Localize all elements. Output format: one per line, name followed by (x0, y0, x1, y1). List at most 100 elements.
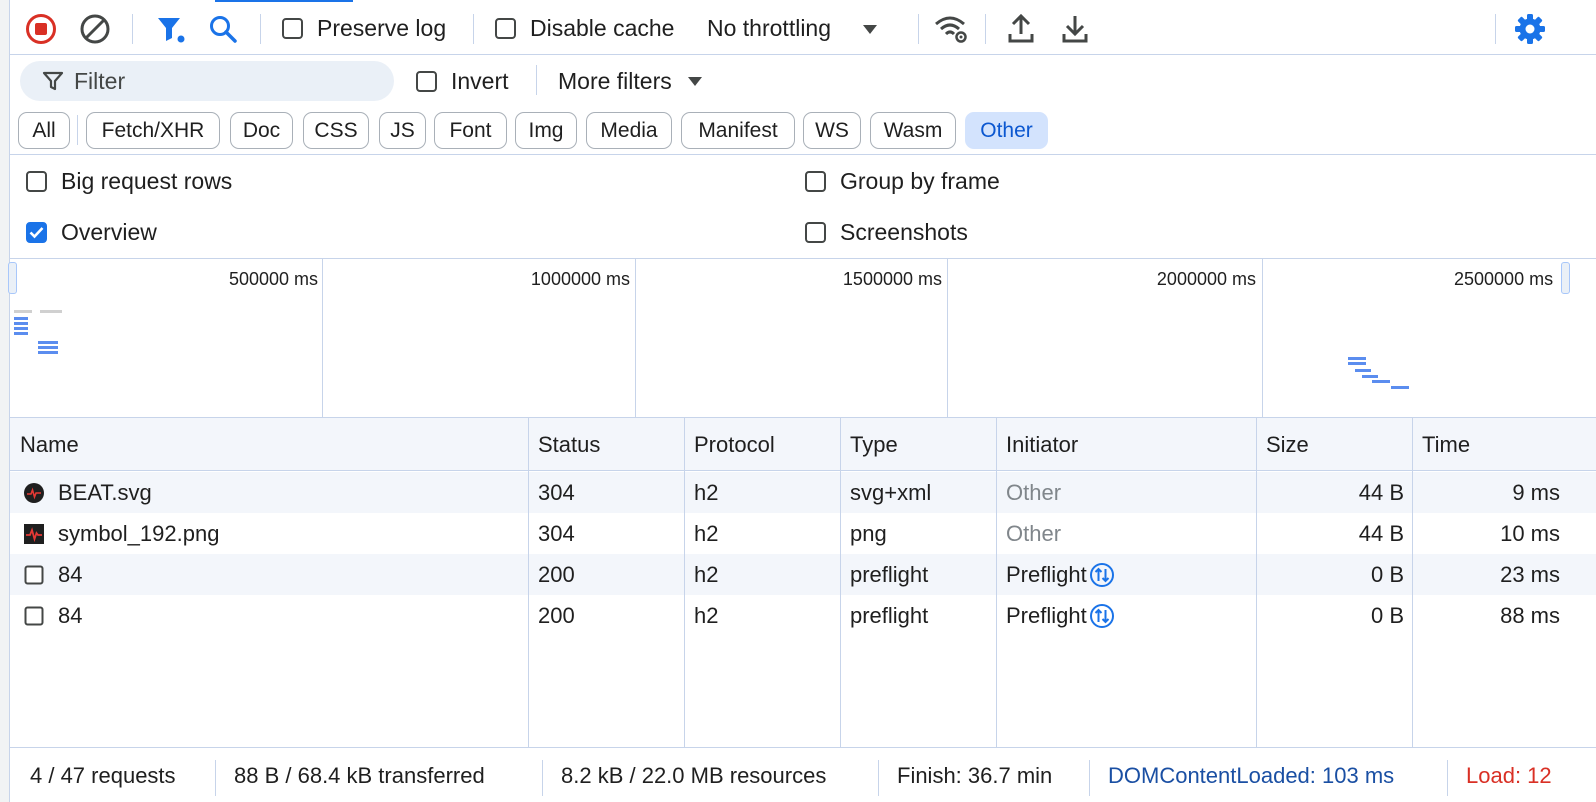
type-filter-img[interactable]: Img (515, 112, 577, 149)
overview-bar (1348, 357, 1366, 360)
column-divider[interactable] (1256, 418, 1257, 747)
cell-type: png (850, 520, 887, 546)
import-har-button[interactable] (1005, 2, 1037, 55)
column-header-time[interactable]: Time (1422, 418, 1470, 471)
overview-checkbox[interactable]: Overview (26, 212, 157, 252)
filter-toggle-button[interactable] (154, 2, 188, 55)
column-header-type[interactable]: Type (850, 418, 898, 471)
cell-size: 44 B (1358, 520, 1404, 546)
network-conditions-button[interactable] (932, 2, 970, 55)
big-request-rows-checkbox[interactable]: Big request rows (26, 161, 232, 201)
table-row[interactable]: symbol_192.png 304 h2 png Other 44 B 10 … (10, 513, 1596, 554)
type-filter-wasm[interactable]: Wasm (870, 112, 956, 149)
cell-type: preflight (850, 561, 929, 587)
filter-field[interactable] (20, 61, 394, 101)
group-by-frame-checkbox[interactable]: Group by frame (805, 161, 1000, 201)
cell-initiator: Preflight (1006, 554, 1115, 595)
type-filter-other[interactable]: Other (965, 112, 1048, 149)
column-header-name[interactable]: Name (20, 418, 79, 471)
request-name: BEAT.svg (58, 479, 152, 505)
dom-content-loaded-time: DOMContentLoaded: 103 ms (1108, 762, 1395, 788)
request-table: Name Status Protocol Type Initiator Size… (10, 418, 1596, 747)
clear-button[interactable] (78, 2, 112, 55)
type-filter-manifest[interactable]: Manifest (681, 112, 795, 149)
overview-tick-label: 2500000 ms (1454, 269, 1554, 289)
type-filter-ws[interactable]: WS (803, 112, 861, 149)
column-divider[interactable] (684, 418, 685, 747)
table-row[interactable]: 84 200 h2 preflight Preflight 0 B 23 ms (10, 554, 1596, 595)
overview-bar (1355, 369, 1371, 372)
overview-box[interactable] (26, 221, 47, 243)
stop-recording-button[interactable] (24, 2, 58, 55)
disable-cache-checkbox[interactable]: Disable cache (495, 2, 674, 55)
group-by-frame-box[interactable] (805, 170, 826, 192)
column-header-initiator[interactable]: Initiator (1006, 418, 1078, 471)
type-filter-font[interactable]: Font (434, 112, 507, 149)
cell-name: symbol_192.png (24, 513, 219, 554)
initiator-link[interactable]: Preflight (1006, 562, 1087, 588)
network-overview-timeline[interactable]: 500000 ms 1000000 ms 1500000 ms 2000000 … (8, 259, 1596, 418)
request-name: symbol_192.png (58, 520, 220, 546)
preflight-arrows-icon[interactable] (1089, 562, 1115, 588)
cell-time: 23 ms (1500, 561, 1560, 587)
column-divider[interactable] (528, 418, 529, 747)
column-divider[interactable] (996, 418, 997, 747)
type-filter-fetch-xhr[interactable]: Fetch/XHR (86, 112, 220, 149)
transferred-size: 88 B / 68.4 kB transferred (234, 762, 485, 788)
table-row[interactable]: 84 200 h2 preflight Preflight 0 B 88 ms (10, 595, 1596, 636)
preserve-log-checkbox[interactable]: Preserve log (282, 2, 446, 55)
type-filter-all[interactable]: All (18, 112, 70, 149)
group-by-frame-label: Group by frame (840, 167, 1000, 194)
resource-type-filters: All Fetch/XHR Doc CSS JS Font Img Media … (10, 107, 1596, 155)
cell-initiator: Other (1006, 479, 1062, 505)
preflight-arrows-icon[interactable] (1089, 603, 1115, 629)
clear-icon (80, 14, 110, 43)
search-icon (210, 15, 237, 43)
throttling-select[interactable]: No throttling (707, 2, 879, 55)
disable-cache-box[interactable] (495, 18, 516, 39)
type-filter-doc[interactable]: Doc (230, 112, 293, 149)
type-filter-js[interactable]: JS (379, 112, 426, 149)
invert-box[interactable] (416, 70, 437, 92)
export-har-button[interactable] (1059, 2, 1091, 55)
column-header-size[interactable]: Size (1266, 418, 1309, 471)
beat-logo-icon (24, 482, 44, 503)
column-header-protocol[interactable]: Protocol (694, 418, 775, 471)
settings-button[interactable] (1513, 2, 1547, 55)
table-row[interactable]: BEAT.svg 304 h2 svg+xml Other 44 B 9 ms (10, 472, 1596, 513)
invert-checkbox[interactable]: Invert (416, 55, 509, 107)
document-icon (24, 606, 44, 626)
disable-cache-label: Disable cache (530, 15, 675, 41)
request-count: 4 / 47 requests (30, 762, 176, 788)
more-filters-label: More filters (558, 67, 672, 94)
search-button[interactable] (206, 2, 240, 55)
more-filters-dropdown[interactable]: More filters (558, 55, 704, 107)
preserve-log-box[interactable] (282, 18, 303, 39)
cell-name: 84 (24, 554, 82, 595)
screenshots-checkbox[interactable]: Screenshots (805, 212, 968, 252)
overview-tick-label: 1500000 ms (842, 269, 942, 289)
filter-input[interactable] (74, 67, 374, 95)
load-time: Load: 12 (1466, 762, 1552, 788)
filter-funnel-icon (42, 71, 64, 91)
cell-status: 304 (538, 479, 575, 505)
toolbar-divider (260, 14, 261, 44)
initiator-link[interactable]: Preflight (1006, 603, 1087, 629)
column-divider[interactable] (1412, 418, 1413, 747)
overview-right-handle[interactable] (1561, 262, 1570, 294)
cell-protocol: h2 (694, 561, 719, 587)
type-filter-media[interactable]: Media (586, 112, 672, 149)
document-icon (24, 565, 44, 585)
column-header-status[interactable]: Status (538, 418, 600, 471)
big-request-rows-box[interactable] (26, 170, 47, 192)
cell-status: 304 (538, 520, 575, 546)
type-filter-css[interactable]: CSS (303, 112, 369, 149)
column-divider[interactable] (840, 418, 841, 747)
overview-left-handle[interactable] (8, 262, 17, 294)
toolbar-divider (1495, 14, 1496, 44)
chevron-down-icon (687, 77, 702, 86)
preserve-log-label: Preserve log (317, 15, 447, 41)
summary-divider (1447, 760, 1448, 796)
screenshots-box[interactable] (805, 221, 826, 243)
finish-time: Finish: 36.7 min (897, 762, 1053, 788)
